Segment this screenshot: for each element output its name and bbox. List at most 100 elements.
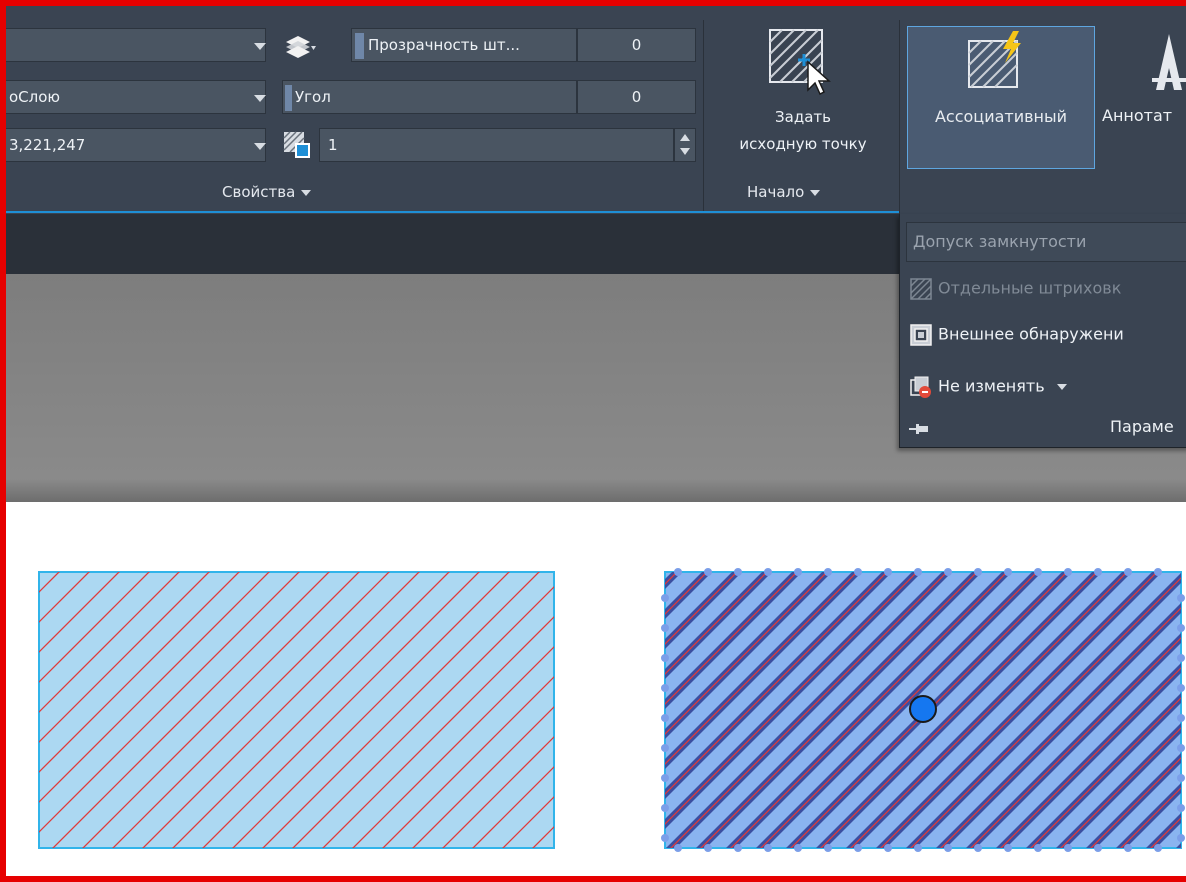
bylayer-value: оСлою	[9, 88, 61, 106]
ribbon-active-underline	[6, 211, 899, 213]
screenshot-frame: оСлою 3,221,247 Прозрачность шт... 0 Уго…	[0, 0, 1186, 882]
associative-label: Ассоциативный	[934, 107, 1068, 126]
hatch-grip[interactable]	[1034, 568, 1042, 576]
set-origin-label-line2[interactable]: исходную точку	[712, 135, 894, 153]
hatch-grip[interactable]	[884, 844, 892, 852]
hatch-grip[interactable]	[1154, 844, 1162, 852]
hatch-grip[interactable]	[1004, 568, 1012, 576]
origin-panel-title[interactable]: Начало	[747, 183, 821, 201]
draw-order-icon	[910, 376, 932, 398]
hatch-grip[interactable]	[854, 568, 862, 576]
annotative-icon[interactable]	[1146, 32, 1186, 94]
annotative-label[interactable]: Аннотат	[1102, 106, 1172, 125]
chevron-down-icon	[301, 189, 312, 196]
associative-button[interactable]: Ассоциативный	[907, 26, 1095, 169]
properties-panel-title[interactable]: Свойства	[222, 183, 312, 201]
layers-icon[interactable]	[282, 32, 316, 60]
hatch-grip[interactable]	[1177, 834, 1185, 842]
hatch-grip[interactable]	[661, 684, 669, 692]
hatch-grip[interactable]	[1094, 568, 1102, 576]
hatch-grip[interactable]	[661, 714, 669, 722]
hatch-grip[interactable]	[661, 804, 669, 812]
panel-separator	[899, 20, 900, 214]
hatch-grip[interactable]	[734, 844, 742, 852]
hatch-grip[interactable]	[1177, 744, 1185, 752]
transparency-slider[interactable]: Прозрачность шт...	[351, 28, 577, 62]
bylayer-combo[interactable]: оСлою	[6, 80, 266, 114]
transparency-value[interactable]: 0	[577, 28, 696, 62]
hatch-grip[interactable]	[944, 568, 952, 576]
bylayer-combo-arrow[interactable]	[254, 95, 266, 102]
hatch-grip[interactable]	[1124, 568, 1132, 576]
separate-hatches-item[interactable]: Отдельные штриховк	[910, 278, 1121, 300]
associative-hatch-icon	[963, 31, 1033, 91]
hatch-grip[interactable]	[674, 844, 682, 852]
hatch-grip[interactable]	[1177, 714, 1185, 722]
hatch-grip[interactable]	[661, 654, 669, 662]
transparency-label: Прозрачность шт...	[368, 36, 520, 54]
hatch-grip[interactable]	[1124, 844, 1132, 852]
options-panel-title[interactable]: Параме	[1110, 417, 1174, 436]
draw-order-item[interactable]: Не изменять	[910, 376, 1067, 398]
layer-combo[interactable]	[6, 28, 266, 62]
ribbon: оСлою 3,221,247 Прозрачность шт... 0 Уго…	[6, 6, 1186, 214]
hatch-grip[interactable]	[824, 844, 832, 852]
hatch-grip[interactable]	[661, 594, 669, 602]
set-origin-label-line1[interactable]: Задать	[718, 108, 888, 126]
hatch-grip[interactable]	[1034, 844, 1042, 852]
hatch-grip[interactable]	[704, 568, 712, 576]
hatch-grip[interactable]	[1177, 594, 1185, 602]
hatch-grip[interactable]	[1004, 844, 1012, 852]
hatch-grip[interactable]	[674, 568, 682, 576]
hatch-grip[interactable]	[661, 744, 669, 752]
hatch-grip[interactable]	[1064, 844, 1072, 852]
hatch-scale-icon	[282, 130, 312, 160]
gap-tolerance-input[interactable]: Допуск замкнутости	[906, 222, 1186, 262]
scale-spinner[interactable]	[674, 128, 696, 162]
hatch-scale-input[interactable]: 1	[319, 128, 674, 162]
hatch-grip[interactable]	[914, 844, 922, 852]
hatch-grip[interactable]	[794, 568, 802, 576]
hatch-grip[interactable]	[1177, 684, 1185, 692]
color-value: 3,221,247	[9, 136, 86, 154]
hatch-grip[interactable]	[944, 844, 952, 852]
hatch-grip[interactable]	[764, 568, 772, 576]
hatch-grip[interactable]	[1177, 804, 1185, 812]
color-combo[interactable]: 3,221,247	[6, 128, 266, 162]
hatch-grip[interactable]	[764, 844, 772, 852]
drawing-canvas[interactable]	[6, 502, 1186, 876]
angle-label: Угол	[295, 88, 331, 106]
hatch-grip[interactable]	[794, 844, 802, 852]
hatch-drawing	[38, 568, 1185, 852]
chevron-down-icon	[1056, 384, 1067, 390]
hatch-grip[interactable]	[884, 568, 892, 576]
pin-icon[interactable]	[908, 421, 930, 435]
separate-hatches-icon	[910, 278, 932, 300]
hatch-grip[interactable]	[824, 568, 832, 576]
hatch-grip[interactable]	[974, 568, 982, 576]
hatch-grip[interactable]	[661, 624, 669, 632]
chevron-down-icon	[810, 189, 821, 196]
outer-detection-item[interactable]: Внешнее обнаружени	[910, 324, 1124, 346]
angle-slider[interactable]: Угол	[282, 80, 577, 114]
hatch-grip[interactable]	[661, 774, 669, 782]
hatch-grip[interactable]	[734, 568, 742, 576]
hatch-grip[interactable]	[1177, 624, 1185, 632]
hatch-grip[interactable]	[1064, 568, 1072, 576]
hatch-grip[interactable]	[661, 834, 669, 842]
hatch-grip[interactable]	[974, 844, 982, 852]
hatch-grip[interactable]	[1177, 774, 1185, 782]
hatch-grip[interactable]	[1154, 568, 1162, 576]
color-combo-arrow[interactable]	[254, 143, 266, 150]
hatch-grip[interactable]	[704, 844, 712, 852]
hatch-grip[interactable]	[1094, 844, 1102, 852]
angle-value[interactable]: 0	[577, 80, 696, 114]
hatch-grip-center[interactable]	[909, 695, 937, 723]
hatch-grip[interactable]	[914, 568, 922, 576]
layer-combo-arrow[interactable]	[254, 43, 266, 50]
outer-island-detection-icon	[910, 324, 932, 346]
hatch-grip[interactable]	[854, 844, 862, 852]
set-origin-icon[interactable]	[768, 28, 834, 98]
hatch-grip[interactable]	[1177, 654, 1185, 662]
panel-separator	[703, 20, 704, 212]
